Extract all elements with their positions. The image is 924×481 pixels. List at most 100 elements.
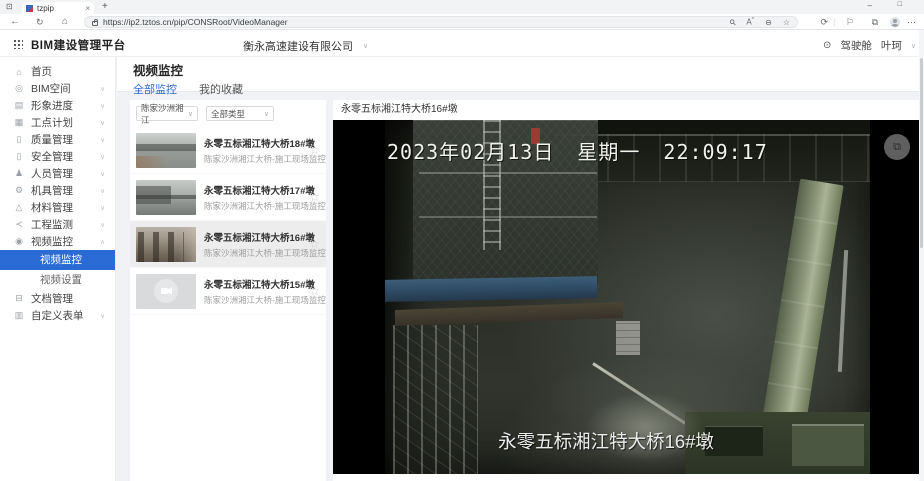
sidebar-item-site-plan[interactable]: ▦ 工点计划 ∨ — [0, 114, 115, 131]
camera-list-panel: 陈家沙洲湘江 ∨ 全部类型 ∨ 永零五标湘江特大桥18#墩 陈家沙洲湘江大桥-施… — [130, 100, 326, 481]
tab-close-icon[interactable]: × — [85, 4, 90, 13]
sidebar-item-material[interactable]: △ 材料管理 ∨ — [0, 199, 115, 216]
video-frame — [385, 120, 870, 474]
password-key-icon[interactable]: ⚲ — [727, 17, 738, 28]
cockpit-link[interactable]: 驾驶舱 — [840, 38, 872, 53]
sync-icon[interactable]: ⟳ — [820, 14, 828, 30]
camera-offline-icon — [154, 279, 178, 303]
ptz-icon: ⧉ — [893, 141, 901, 154]
camera-subtitle: 陈家沙洲湘江大桥-施工现场监控 — [204, 294, 306, 306]
monitoring-icon: ≺ — [14, 219, 24, 230]
camera-thumbnail — [136, 180, 196, 215]
video-caption-overlay: 永零五标湘江特大桥16#墩 — [333, 428, 879, 454]
org-selector[interactable]: 衡永高速建设有限公司 ∨ — [243, 38, 368, 54]
sidebar-item-equipment[interactable]: ⚙ 机具管理 ∨ — [0, 182, 115, 199]
browser-tab[interactable]: tzpip × — [22, 2, 94, 14]
sidebar-item-quality[interactable]: ▯ 质量管理 ∨ — [0, 131, 115, 148]
minimize-button[interactable]: – — [868, 1, 872, 10]
chevron-down-icon: ∨ — [100, 136, 105, 144]
camera-thumbnail-offline — [136, 274, 196, 309]
user-menu[interactable]: 叶珂 — [881, 38, 902, 53]
camera-thumbnail — [136, 227, 196, 262]
sidebar: ⌂ 首页 ◎ BIM空间 ∨ ▤ 形象进度 ∨ ▦ 工点计划 ∨ ▯ 质量管理 … — [0, 57, 116, 481]
tab-my-favorites[interactable]: 我的收藏 — [199, 81, 243, 102]
tab-all-monitors[interactable]: 全部监控 — [133, 81, 177, 102]
favorites-bar-icon[interactable]: ⚐ — [846, 14, 854, 30]
video-panel: 永零五标湘江特大桥16#墩 — [333, 100, 919, 481]
sidebar-subitem-video-monitor[interactable]: 视频监控 — [0, 250, 115, 270]
monitor-tabs: 全部监控 我的收藏 — [133, 81, 919, 102]
document-icon: ⊟ — [14, 293, 24, 304]
favorite-star-icon[interactable]: ☆ — [309, 190, 320, 204]
page-title: 视频监控 — [133, 60, 919, 79]
form-icon: ▥ — [14, 310, 24, 321]
collections-icon[interactable]: ⧉ — [872, 14, 878, 30]
personnel-icon: ♟ — [14, 168, 24, 179]
sidebar-item-video-surveillance[interactable]: ◉ 视频监控 ∧ — [0, 233, 115, 250]
tab-title: tzpip — [37, 4, 54, 13]
sidebar-item-monitoring[interactable]: ≺ 工程监测 ∨ — [0, 216, 115, 233]
sidebar-item-personnel[interactable]: ♟ 人员管理 ∨ — [0, 165, 115, 182]
safety-icon: ▯ — [14, 151, 24, 162]
new-tab-button[interactable]: + — [102, 1, 108, 12]
chevron-down-icon: ∨ — [100, 102, 105, 110]
sidebar-item-documents[interactable]: ⊟ 文档管理 — [0, 290, 115, 307]
camera-thumbnail — [136, 133, 196, 168]
camera-title: 永零五标湘江特大桥15#墩 — [204, 277, 306, 291]
tab-actions-icon[interactable]: ⊡ — [6, 2, 13, 11]
screen: ⊡ tzpip × + – □ ← ↻ ⌂ https://ip2.tztos.… — [0, 0, 924, 481]
ptz-control-button[interactable]: ⧉ — [884, 134, 910, 160]
chevron-down-icon: ∨ — [100, 221, 105, 229]
camera-list-item[interactable]: 永零五标湘江特大桥15#墩 陈家沙洲湘江大桥-施工现场监控 ☆ — [130, 268, 326, 315]
page-scrollbar[interactable] — [919, 30, 924, 481]
sidebar-subitem-video-settings[interactable]: 视频设置 — [0, 270, 115, 290]
chevron-down-icon: ∨ — [100, 119, 105, 127]
sidebar-item-safety[interactable]: ▯ 安全管理 ∨ — [0, 148, 115, 165]
browser-menu-icon[interactable]: ⋯ — [907, 14, 916, 30]
chevron-down-icon: ∨ — [264, 110, 269, 118]
sidebar-item-custom-forms[interactable]: ▥ 自定义表单 ∨ — [0, 307, 115, 324]
maximize-button[interactable]: □ — [898, 1, 902, 8]
favorite-star-icon[interactable]: ☆ — [309, 284, 320, 298]
favorites-star-icon[interactable]: ☆ — [783, 18, 790, 27]
app-grid-icon[interactable] — [13, 39, 23, 49]
read-aloud-icon[interactable]: A^ — [746, 17, 754, 27]
cockpit-icon: ⊙ — [823, 40, 831, 51]
chevron-down-icon: ∨ — [363, 42, 368, 50]
chevron-down-icon: ∨ — [100, 204, 105, 212]
chevron-down-icon: ∨ — [100, 170, 105, 178]
project-select[interactable]: 陈家沙洲湘江 ∨ — [136, 106, 198, 121]
sidebar-item-progress[interactable]: ▤ 形象进度 ∨ — [0, 97, 115, 114]
favorite-star-icon[interactable]: ☆ — [309, 237, 320, 251]
camera-list-item-selected[interactable]: 永零五标湘江特大桥16#墩 陈家沙洲湘江大桥-施工现场监控 ☆ — [130, 221, 326, 268]
site-favicon-icon — [26, 5, 33, 12]
url-text: https://ip2.tztos.cn/pip/CONSRoot/VideoM… — [103, 17, 288, 27]
type-select[interactable]: 全部类型 ∨ — [206, 106, 274, 121]
scrollbar-thumb[interactable] — [920, 58, 923, 248]
home-nav-icon[interactable]: ⌂ — [62, 14, 68, 30]
video-icon: ◉ — [14, 236, 24, 247]
camera-list-item[interactable]: 永零五标湘江特大桥18#墩 陈家沙洲湘江大桥-施工现场监控 ☆ — [130, 127, 326, 174]
address-bar[interactable]: https://ip2.tztos.cn/pip/CONSRoot/VideoM… — [84, 16, 798, 28]
favorite-star-icon[interactable]: ☆ — [309, 143, 320, 157]
camera-subtitle: 陈家沙洲湘江大桥-施工现场监控 — [204, 153, 306, 165]
address-bar-icons: ⚲ A^ ⊖ ☆ — [730, 17, 790, 27]
browser-nav-bar: ← ↻ ⌂ https://ip2.tztos.cn/pip/CONSRoot/… — [0, 14, 924, 30]
plan-icon: ▦ — [14, 117, 24, 128]
sidebar-item-bim-space[interactable]: ◎ BIM空间 ∨ — [0, 80, 115, 97]
app-header: BIM建设管理平台 衡永高速建设有限公司 ∨ ⊙ 驾驶舱 叶珂 ∨ — [0, 30, 924, 57]
chevron-down-icon: ∨ — [100, 153, 105, 161]
home-icon: ⌂ — [14, 67, 24, 77]
chevron-down-icon: ∨ — [100, 312, 105, 320]
back-icon[interactable]: ← — [10, 14, 20, 30]
camera-list-item[interactable]: 永零五标湘江特大桥17#墩 陈家沙洲湘江大桥-施工现场监控 ☆ — [130, 174, 326, 221]
camera-title: 永零五标湘江特大桥17#墩 — [204, 183, 306, 197]
chevron-down-icon: ∨ — [188, 110, 193, 118]
camera-subtitle: 陈家沙洲湘江大桥-施工现场监控 — [204, 247, 306, 259]
browser-profile-avatar[interactable] — [890, 17, 900, 27]
refresh-icon[interactable]: ↻ — [36, 14, 44, 30]
app-title: BIM建设管理平台 — [31, 37, 126, 53]
zoom-icon[interactable]: ⊖ — [765, 18, 772, 27]
sidebar-item-home[interactable]: ⌂ 首页 — [0, 63, 115, 80]
video-player[interactable]: 2023年02月13日 星期一 22:09:17 永零五标湘江特大桥16#墩 ⧉ — [333, 120, 919, 474]
